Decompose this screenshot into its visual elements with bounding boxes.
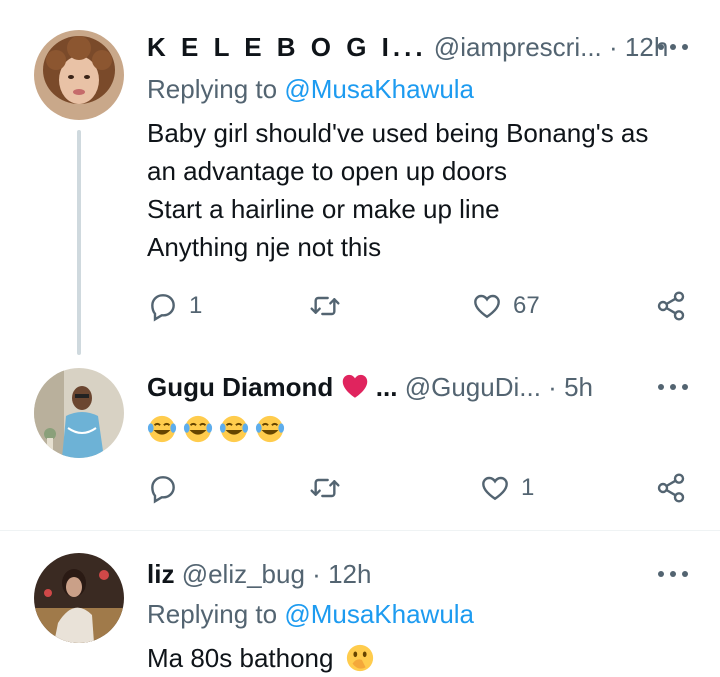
share-button[interactable]: [655, 468, 687, 508]
emoji-row: [147, 414, 285, 444]
retweet-icon: [310, 478, 340, 498]
like-button[interactable]: 1: [479, 468, 534, 508]
replying-to: Replying to @MusaKhawula: [147, 597, 474, 631]
avatar[interactable]: [34, 553, 124, 643]
retweet-button[interactable]: [309, 468, 351, 508]
face-with-tears-of-joy-icon: [255, 415, 285, 443]
tweet-text: Ma 80s bathong: [147, 639, 700, 677]
face-with-tears-of-joy-icon: [219, 415, 249, 443]
tweet-text-line: Ma 80s bathong: [147, 643, 334, 673]
user-handle[interactable]: @eliz_bug: [182, 559, 305, 589]
red-heart-icon: [342, 374, 367, 398]
tweet-3[interactable]: liz @eliz_bug · 12h Replying to @MusaKha…: [0, 531, 720, 677]
reply-icon: [151, 476, 175, 504]
display-name[interactable]: Gugu Diamond: [147, 372, 333, 402]
mention-link[interactable]: @MusaKhawula: [284, 599, 474, 629]
timestamp[interactable]: 5h: [564, 372, 593, 402]
face-with-hand-over-mouth-icon: [346, 644, 373, 672]
more-icon[interactable]: [658, 380, 690, 394]
action-bar: 1: [147, 468, 697, 508]
separator-dot: ·: [312, 559, 321, 589]
display-name-ellipsis: ...: [375, 372, 398, 402]
timestamp[interactable]: 12h: [328, 559, 371, 589]
display-name[interactable]: liz: [147, 559, 174, 589]
like-count: 1: [521, 474, 535, 501]
tweet-2[interactable]: Gugu Diamond ... @GuguDi... · 5h 1: [0, 0, 720, 530]
face-with-tears-of-joy-icon: [147, 415, 177, 443]
reply-button[interactable]: [147, 468, 189, 508]
tweet-header: Gugu Diamond ... @GuguDi... · 5h: [147, 370, 720, 404]
face-with-tears-of-joy-icon: [183, 415, 213, 443]
tweet-header: liz @eliz_bug · 12h: [147, 557, 720, 591]
replying-prefix: Replying to: [147, 599, 278, 629]
separator-dot: ·: [548, 372, 557, 402]
heart-icon: [482, 476, 508, 501]
share-icon: [657, 473, 685, 503]
avatar[interactable]: [34, 368, 124, 458]
more-icon[interactable]: [658, 567, 690, 581]
user-handle[interactable]: @GuguDi...: [405, 372, 541, 402]
